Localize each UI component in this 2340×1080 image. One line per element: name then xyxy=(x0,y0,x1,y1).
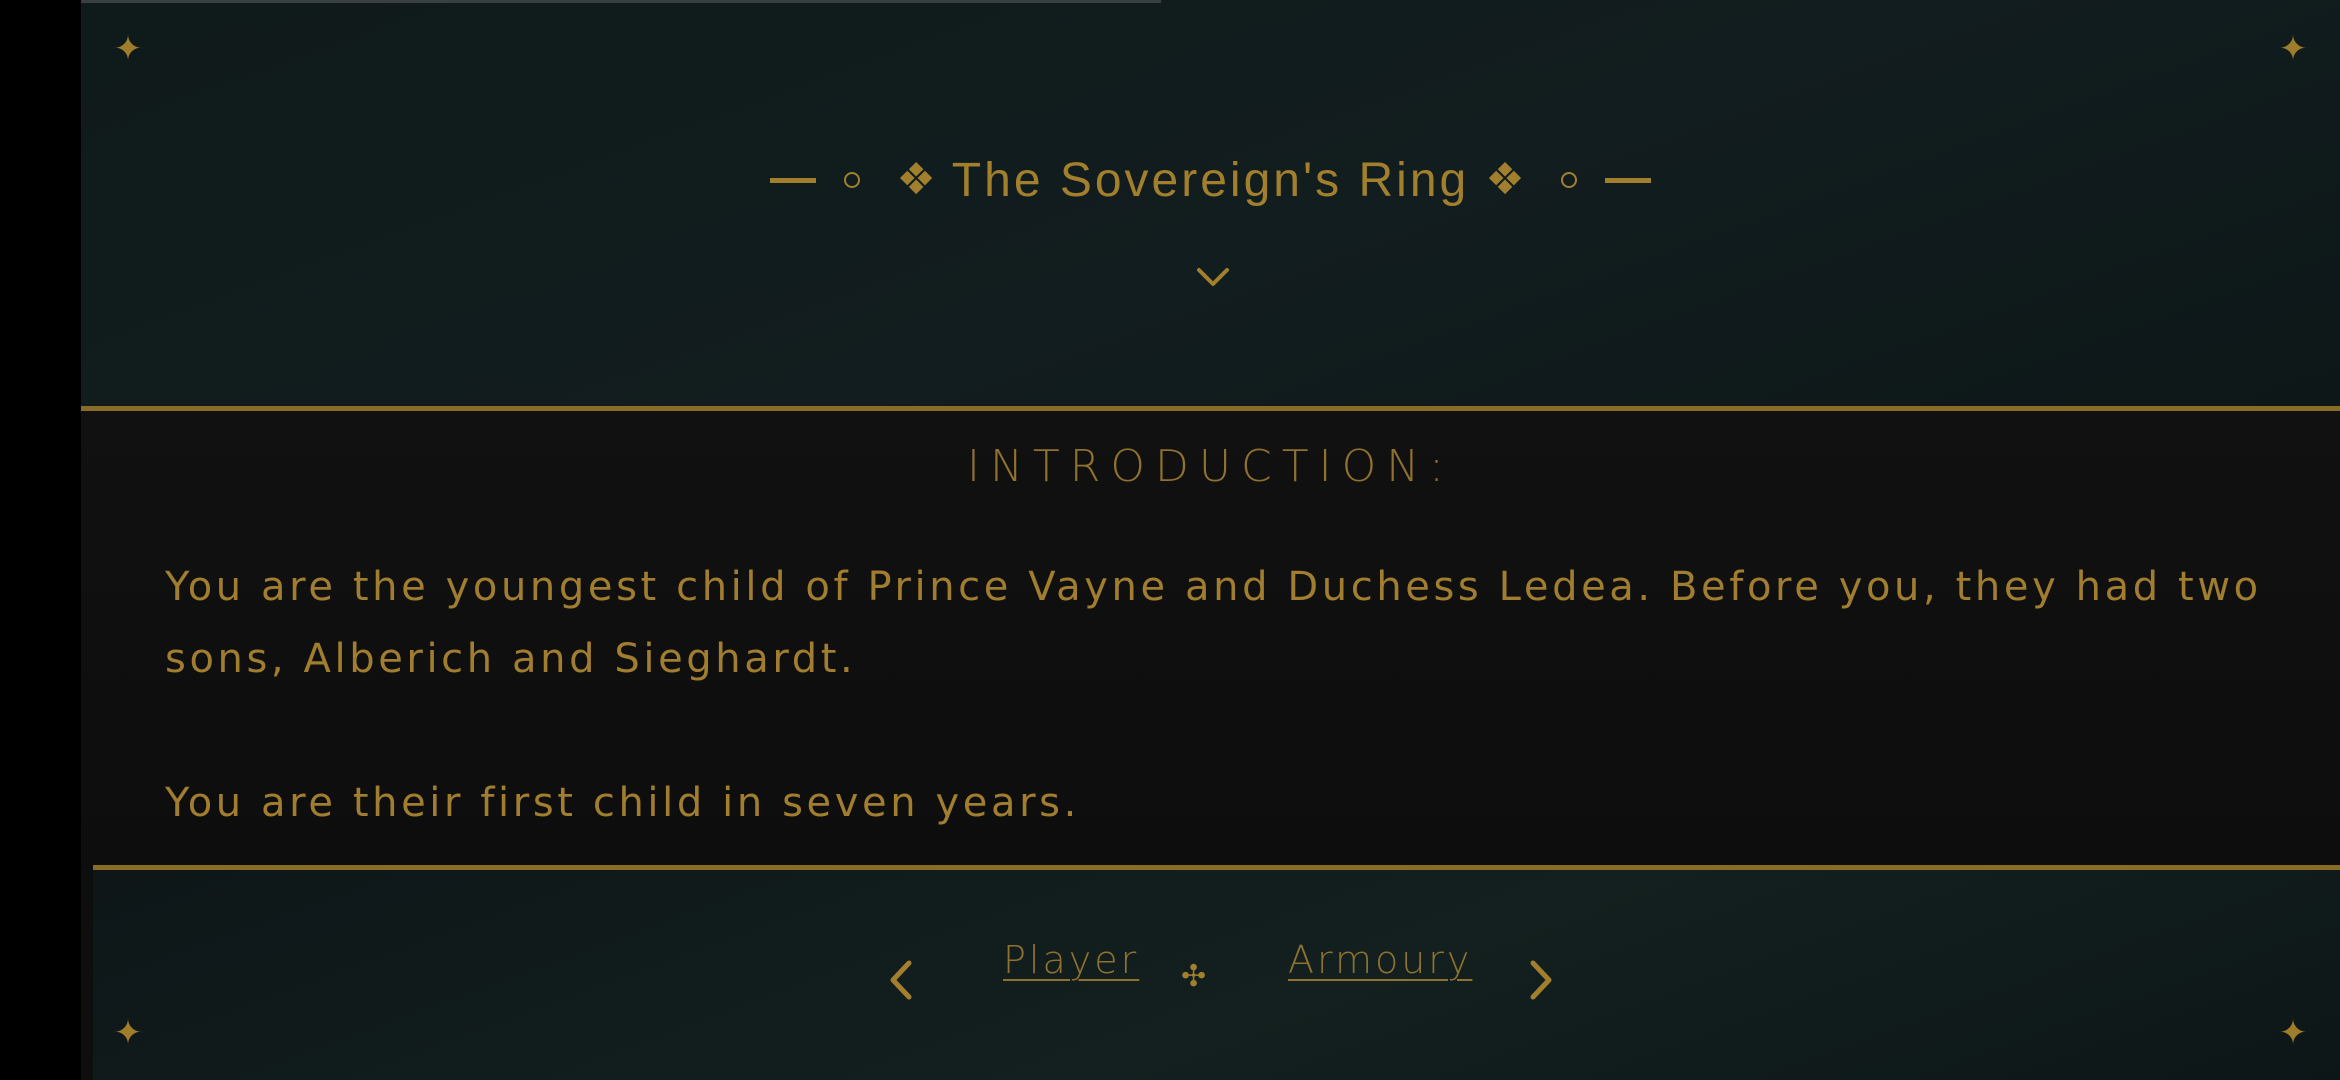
chevron-right-icon[interactable] xyxy=(1521,955,1561,1005)
navigation-footer xyxy=(93,870,2340,1080)
passage-paragraph: You are their first child in seven years… xyxy=(165,780,1080,826)
chevron-down-icon[interactable] xyxy=(1193,262,1233,292)
title-ring-right xyxy=(1560,172,1577,188)
nav-link-player[interactable]: Player xyxy=(1003,938,1139,982)
title-dash-left xyxy=(770,177,817,183)
corner-star-icon: ✦ xyxy=(2278,29,2308,69)
corner-star-icon: ✦ xyxy=(113,29,143,69)
title-ring-left xyxy=(844,172,861,188)
passage-content: INTRODUCTION: You are the youngest child… xyxy=(81,411,2340,868)
title-ornament-left-icon: ❖ xyxy=(896,154,936,205)
screen-left-edge xyxy=(0,0,81,1080)
title-ornament-right-icon: ❖ xyxy=(1485,154,1525,205)
title-row: ❖ The Sovereign's Ring ❖ xyxy=(81,145,2340,215)
title-header: ✦ ✦ ❖ The Sovereign's Ring ❖ xyxy=(81,0,2340,407)
title-dash-right xyxy=(1604,177,1651,183)
nav-link-armoury[interactable]: Armoury xyxy=(1288,938,1472,982)
nav-divider-icon: ✣ xyxy=(1181,959,1207,994)
passage-paragraph: You are the youngest child of Prince Vay… xyxy=(165,564,2262,682)
chevron-left-icon[interactable] xyxy=(881,955,921,1005)
corner-star-icon: ✦ xyxy=(113,1013,143,1053)
section-heading: INTRODUCTION: xyxy=(966,441,1454,492)
story-title: The Sovereign's Ring xyxy=(951,153,1470,207)
corner-star-icon: ✦ xyxy=(2278,1013,2308,1053)
reading-progress-bar xyxy=(81,0,1161,3)
story-screen: ✦ ✦ ❖ The Sovereign's Ring ❖ INTRODUCTIO… xyxy=(81,0,2340,1080)
